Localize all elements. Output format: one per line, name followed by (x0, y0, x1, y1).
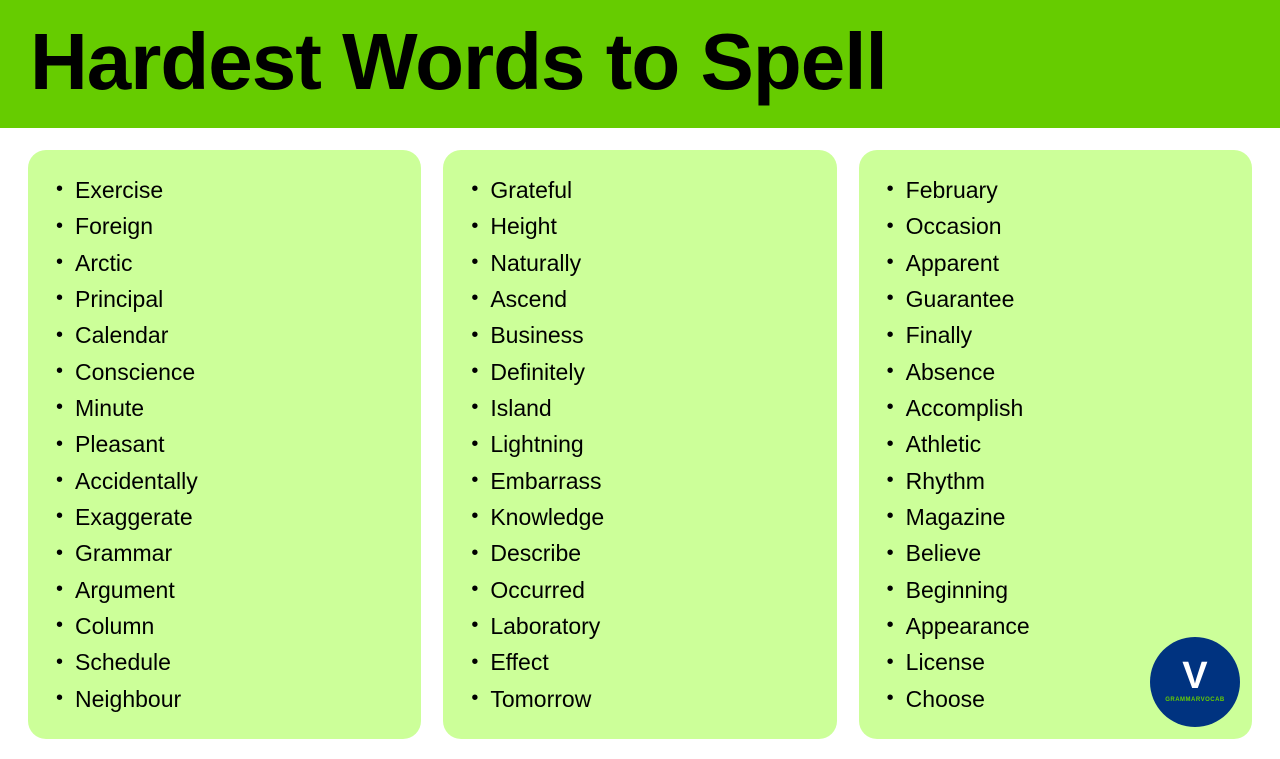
list-item: Absence (887, 354, 1230, 390)
list-item: Minute (56, 390, 399, 426)
list-item: Lightning (471, 426, 814, 462)
list-item: Neighbour (56, 681, 399, 717)
list-item: Tomorrow (471, 681, 814, 717)
word-card-2: GratefulHeightNaturallyAscendBusinessDef… (443, 150, 836, 739)
list-item: Naturally (471, 245, 814, 281)
logo-circle: V GRAMMARVOCAB (1150, 637, 1240, 727)
list-item: Height (471, 208, 814, 244)
list-item: Ascend (471, 281, 814, 317)
list-item: Describe (471, 535, 814, 571)
list-item: Accidentally (56, 463, 399, 499)
list-item: Rhythm (887, 463, 1230, 499)
list-item: Occurred (471, 572, 814, 608)
list-item: Grateful (471, 172, 814, 208)
list-item: Laboratory (471, 608, 814, 644)
list-item: Definitely (471, 354, 814, 390)
list-item: Island (471, 390, 814, 426)
word-card-1: ExerciseForeignArcticPrincipalCalendarCo… (28, 150, 421, 739)
list-item: Knowledge (471, 499, 814, 535)
content-area: ExerciseForeignArcticPrincipalCalendarCo… (0, 128, 1280, 759)
list-item: Business (471, 317, 814, 353)
list-item: Guarantee (887, 281, 1230, 317)
word-list-3: FebruaryOccasionApparentGuaranteeFinally… (887, 172, 1230, 717)
list-item: Accomplish (887, 390, 1230, 426)
list-item: Occasion (887, 208, 1230, 244)
word-list-2: GratefulHeightNaturallyAscendBusinessDef… (471, 172, 814, 717)
list-item: Magazine (887, 499, 1230, 535)
list-item: Foreign (56, 208, 399, 244)
list-item: Arctic (56, 245, 399, 281)
list-item: February (887, 172, 1230, 208)
list-item: Schedule (56, 644, 399, 680)
logo-letter: V (1182, 657, 1207, 695)
word-list-1: ExerciseForeignArcticPrincipalCalendarCo… (56, 172, 399, 717)
list-item: Principal (56, 281, 399, 317)
page-title: Hardest Words to Spell (30, 18, 1250, 106)
list-item: Column (56, 608, 399, 644)
list-item: Exaggerate (56, 499, 399, 535)
header: Hardest Words to Spell (0, 0, 1280, 128)
logo-text: GRAMMARVOCAB (1165, 697, 1225, 703)
list-item: Effect (471, 644, 814, 680)
list-item: Grammar (56, 535, 399, 571)
list-item: Apparent (887, 245, 1230, 281)
list-item: Conscience (56, 354, 399, 390)
list-item: Athletic (887, 426, 1230, 462)
list-item: Argument (56, 572, 399, 608)
list-item: Finally (887, 317, 1230, 353)
list-item: Pleasant (56, 426, 399, 462)
list-item: Exercise (56, 172, 399, 208)
list-item: Calendar (56, 317, 399, 353)
logo: V GRAMMARVOCAB (1150, 637, 1240, 727)
list-item: Believe (887, 535, 1230, 571)
list-item: Beginning (887, 572, 1230, 608)
word-card-3: FebruaryOccasionApparentGuaranteeFinally… (859, 150, 1252, 739)
list-item: Embarrass (471, 463, 814, 499)
